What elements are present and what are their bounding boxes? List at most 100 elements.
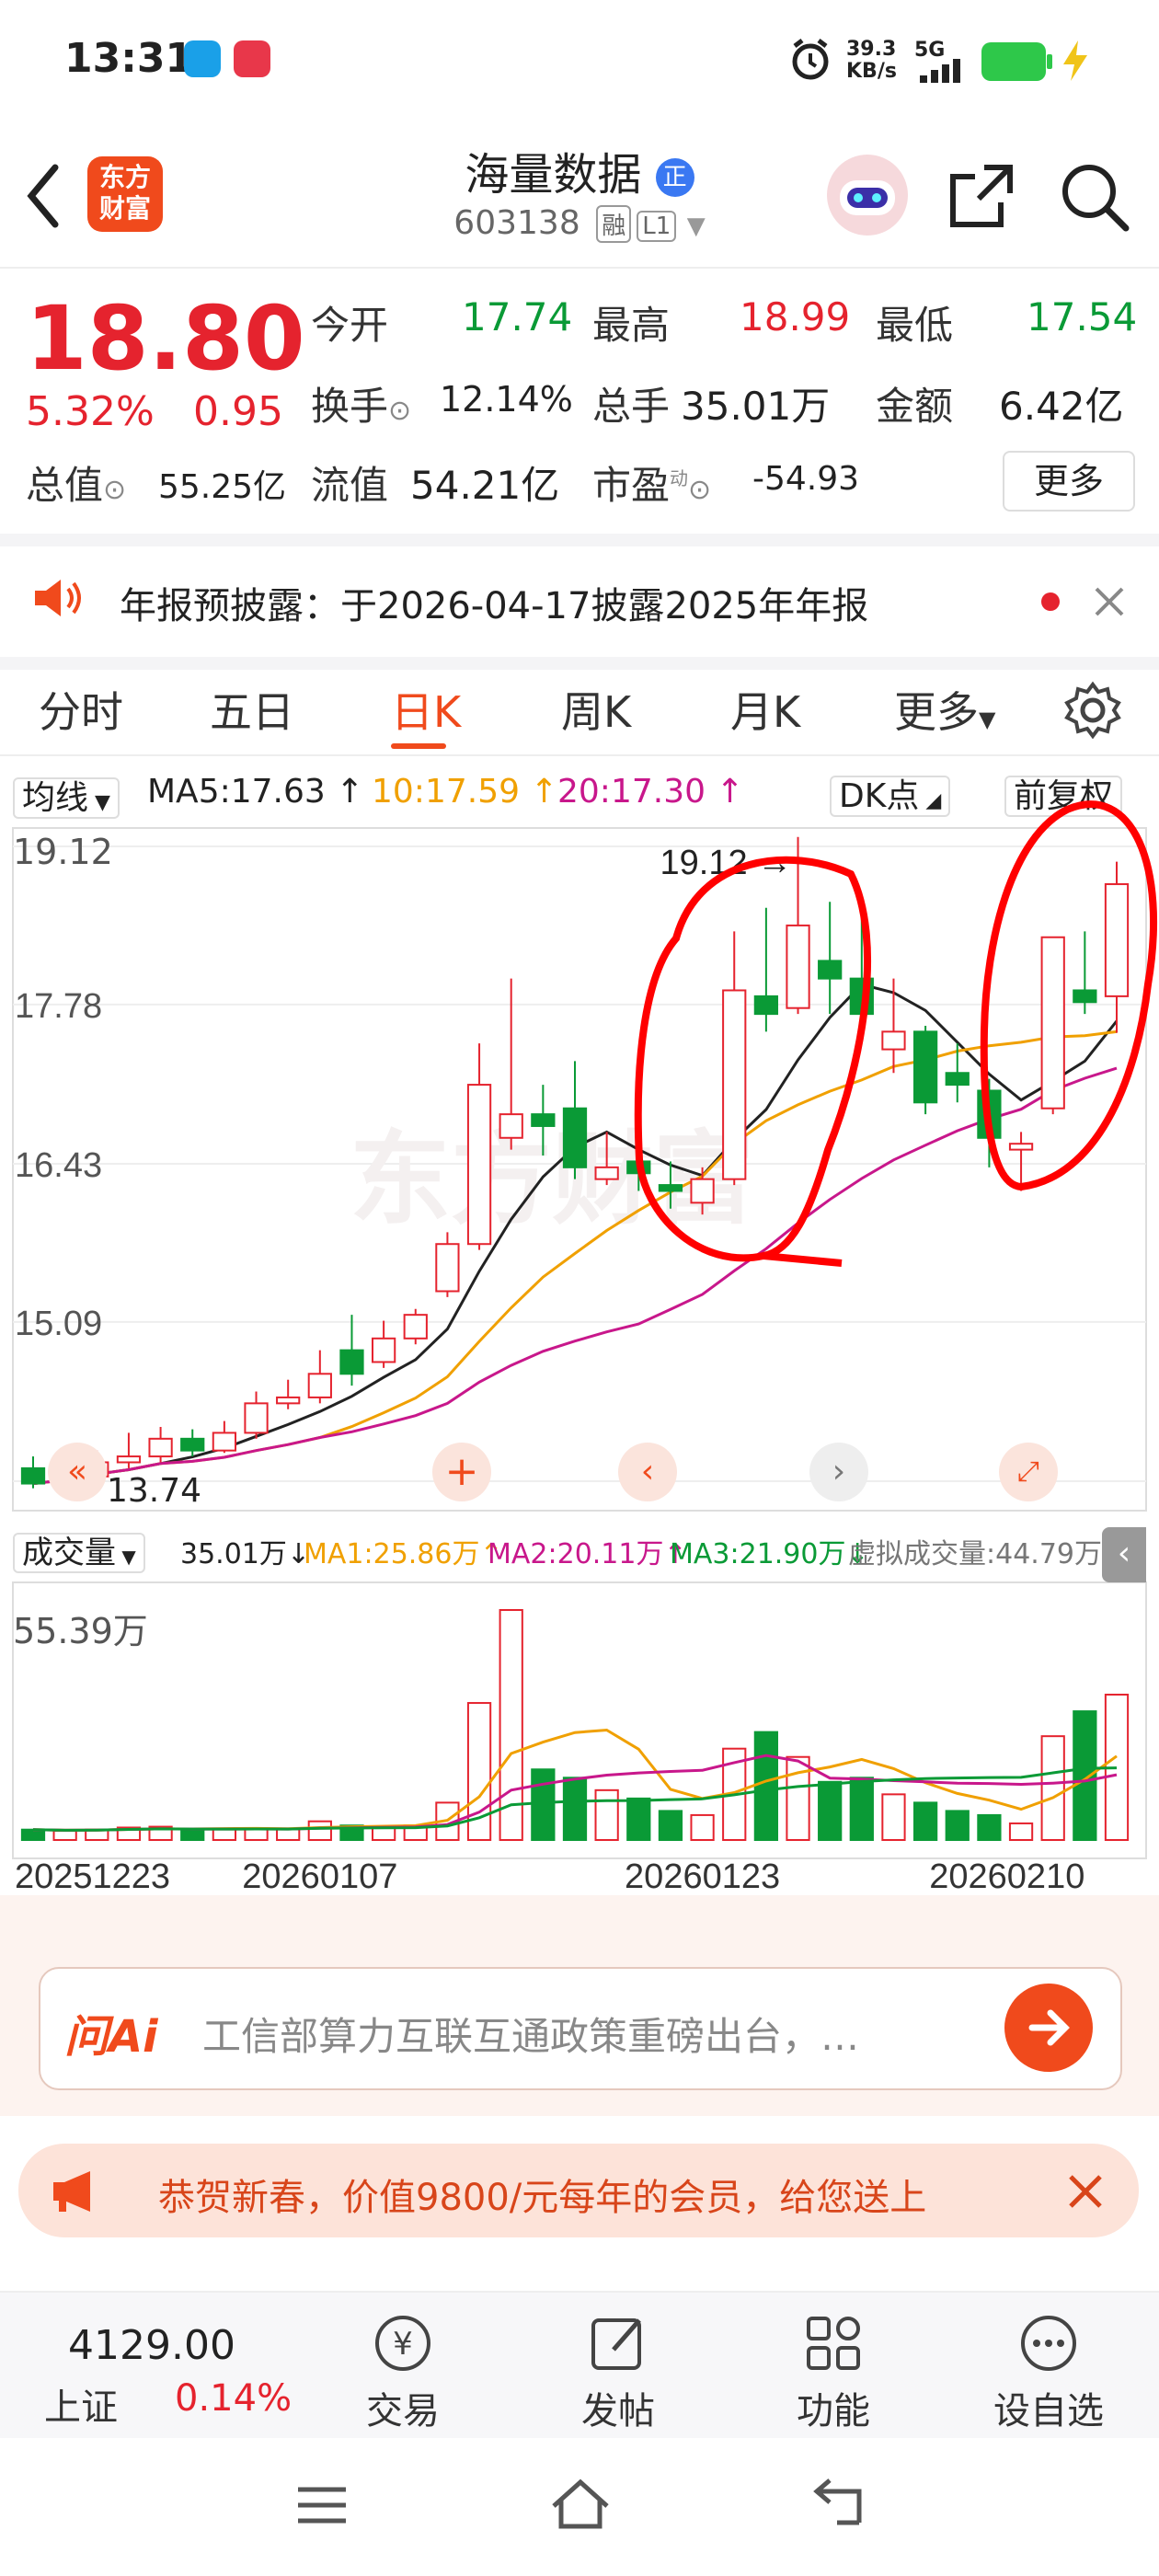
ai-submit-button[interactable] <box>1004 1984 1093 2072</box>
volume-bar <box>594 1788 619 1842</box>
amount-label: 金额 <box>876 384 954 429</box>
back-icon[interactable] <box>809 2478 865 2530</box>
fullscreen-icon[interactable]: ⤢ <box>999 1443 1058 1501</box>
volume-bar <box>753 1731 779 1841</box>
badge-icon: 正 <box>655 158 694 197</box>
volume-value-label: 35.01万↓ <box>180 1538 311 1570</box>
nav-add-watchlist[interactable]: 设自选 <box>975 2311 1122 2434</box>
float-value: 54.21亿 <box>410 463 560 508</box>
candle-body <box>1008 1143 1034 1151</box>
zoom-in-button[interactable]: + <box>432 1443 491 1501</box>
nav-trade[interactable]: ¥ 交易 <box>329 2311 476 2434</box>
tab-more[interactable]: 更多▼ <box>894 679 995 740</box>
volume-selector[interactable]: 成交量 ▼ <box>13 1527 145 1573</box>
stock-header: 东方 财富 海量数据 正 603138 融 L1 ▼ <box>0 129 1159 269</box>
vol-ma2-label: MA2:20.11万↑ <box>488 1538 687 1570</box>
price-tick-label: 16.43 <box>15 1146 102 1185</box>
scroll-left-fast-button[interactable]: « <box>48 1443 107 1501</box>
kline-chart-area[interactable]: 均线 ▼ MA5:17.63 ↑ 10:17.59 ↑ 20:17.30 ↑ D… <box>0 754 1159 1895</box>
candle-body <box>212 1432 237 1452</box>
volume-bar <box>849 1777 874 1841</box>
scroll-right-button[interactable]: › <box>809 1443 868 1501</box>
candle-body <box>307 1373 332 1398</box>
volume-bar <box>690 1813 715 1842</box>
mktcap-value: 55.25亿 <box>158 468 287 506</box>
robot-assistant-icon[interactable] <box>823 151 912 239</box>
ai-question-box[interactable]: 问Ai 工信部算力互联互通政策重磅出台，… <box>39 1967 1122 2090</box>
edit-icon <box>591 2318 641 2370</box>
network-speed: 39.3 KB/s <box>846 38 897 83</box>
candle-body <box>148 1437 173 1458</box>
trade-icon: ¥ <box>375 2316 430 2371</box>
candle-body <box>562 1107 588 1168</box>
settings-gear-icon[interactable] <box>1063 681 1122 740</box>
candle-body <box>1104 883 1130 997</box>
bottom-nav: 4129.00 上证 0.14% ¥ 交易 发帖 功能 设自选 <box>0 2291 1159 2440</box>
promo-banner[interactable]: 恭贺新春，价值9800/元每年的会员，给您送上 <box>18 2144 1139 2237</box>
price-tick-label: 15.09 <box>15 1305 102 1343</box>
index-value[interactable]: 4129.00 <box>68 2322 235 2369</box>
turnover-label: 换手⊙ <box>311 384 412 429</box>
more-dots-icon <box>1021 2316 1076 2371</box>
tab-monthly-k[interactable]: 月K <box>730 679 800 740</box>
volume-bar <box>20 1828 46 1842</box>
candle-body <box>658 1184 683 1192</box>
amount-value: 6.42亿 <box>999 384 1124 429</box>
candle-body <box>1073 989 1097 1004</box>
unread-dot <box>1041 592 1060 611</box>
notice-bar[interactable]: 年报预披露：于2026-04-17披露2025年年报 <box>0 534 1159 670</box>
volume-bar <box>531 1768 556 1842</box>
volume-bar <box>977 1813 1002 1842</box>
volume-value: 35.01万 <box>681 384 831 429</box>
candle-body <box>786 924 810 1009</box>
nav-post[interactable]: 发帖 <box>545 2311 692 2434</box>
change-percent: 5.32% <box>26 388 155 435</box>
candle-body <box>403 1314 428 1340</box>
date-label: 20260107 <box>242 1857 397 1895</box>
promo-text: 恭贺新春，价值9800/元每年的会员，给您送上 <box>158 2177 927 2219</box>
close-icon[interactable] <box>1065 2171 1106 2212</box>
volume-bar <box>1040 1735 1065 1841</box>
menu-icon[interactable] <box>294 2484 350 2526</box>
volume-bar <box>180 1829 205 1842</box>
more-button[interactable]: 更多 <box>1003 451 1135 512</box>
svg-text:¥: ¥ <box>393 2326 413 2363</box>
tab-weekly-k[interactable]: 周K <box>561 679 631 740</box>
volume-bar <box>562 1777 588 1841</box>
candle-body <box>276 1396 301 1405</box>
change-amount: 0.95 <box>193 388 283 435</box>
tab-daily-k[interactable]: 日K <box>391 679 461 740</box>
search-icon[interactable] <box>1058 160 1131 234</box>
turnover-value: 12.14% <box>440 379 573 420</box>
candle-body <box>371 1337 396 1363</box>
scroll-left-button[interactable]: ‹ <box>618 1443 677 1501</box>
candle-body <box>20 1466 46 1485</box>
charging-icon <box>1063 40 1087 81</box>
mktcap-label: 总值⊙ <box>26 463 127 508</box>
nav-functions[interactable]: 功能 <box>760 2311 907 2434</box>
candle-body <box>180 1437 205 1452</box>
candle-body <box>244 1402 269 1434</box>
volume-max-label: 55.39万 <box>13 1611 148 1651</box>
last-price: 18.80 <box>26 287 305 390</box>
candle-body <box>499 1113 523 1139</box>
tab-intraday[interactable]: 分时 <box>39 679 123 740</box>
tab-five-day[interactable]: 五日 <box>210 679 294 740</box>
volume-bar <box>1008 1822 1034 1841</box>
volume-bar <box>276 1828 301 1841</box>
collapse-panel-button[interactable]: ‹ <box>1102 1527 1146 1582</box>
pe-label: 市盈动⊙ <box>592 463 712 508</box>
volume-bar <box>912 1801 938 1841</box>
ai-query-text: 工信部算力互联互通政策重磅出台，… <box>202 2014 860 2059</box>
candle-body <box>912 1030 938 1104</box>
min-price-label: 13.74 <box>107 1472 202 1510</box>
megaphone-icon <box>53 2171 90 2212</box>
float-label: 流值 <box>311 463 389 508</box>
volume-bar <box>52 1830 77 1842</box>
close-icon[interactable] <box>1093 585 1126 618</box>
vol-ma1-label: MA1:25.86万↑ <box>304 1538 503 1570</box>
system-nav-bar <box>0 2438 1159 2576</box>
home-icon[interactable] <box>548 2477 613 2532</box>
candle-body <box>690 1178 715 1204</box>
share-icon[interactable] <box>947 162 1016 230</box>
